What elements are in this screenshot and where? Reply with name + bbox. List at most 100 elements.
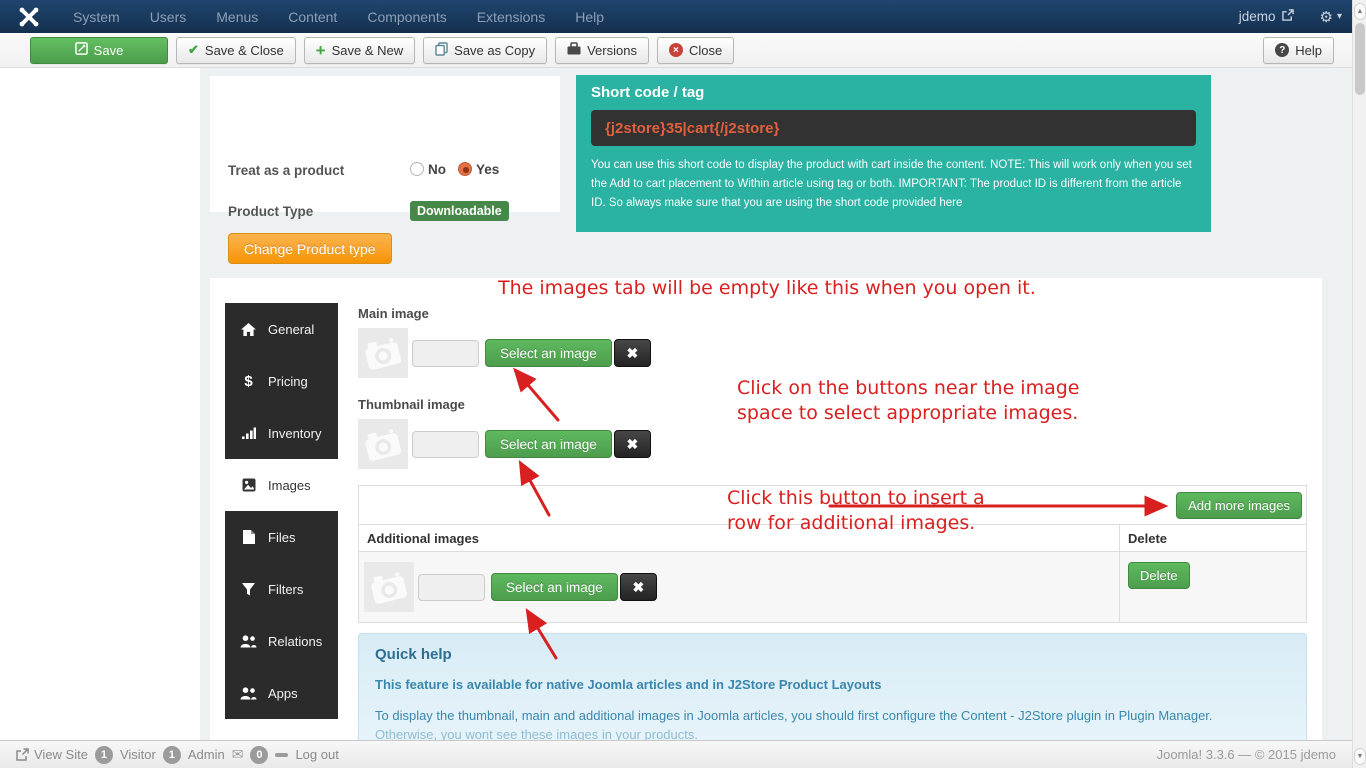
copy-icon bbox=[435, 42, 448, 59]
image-placeholder bbox=[358, 419, 408, 469]
image-placeholder bbox=[358, 328, 408, 378]
save-close-label: Save & Close bbox=[205, 43, 284, 58]
shortcode-value: {j2store}35|cart{/j2store} bbox=[591, 110, 1196, 146]
joomla-logo-icon bbox=[0, 6, 58, 28]
main-image-select-button[interactable]: Select an image bbox=[485, 339, 612, 367]
product-type-label: Product Type bbox=[228, 204, 313, 219]
delete-header: Delete bbox=[1119, 525, 1306, 551]
thumbnail-image-label: Thumbnail image bbox=[358, 397, 651, 412]
help-button[interactable]: ? Help bbox=[1263, 37, 1334, 64]
versions-label: Versions bbox=[587, 43, 637, 58]
logout-icon bbox=[275, 753, 288, 757]
additional-image-clear-button[interactable]: ✖ bbox=[620, 573, 657, 601]
chevron-down-icon: ▾ bbox=[1337, 11, 1342, 22]
save-copy-label: Save as Copy bbox=[454, 43, 535, 58]
tab-apps[interactable]: Apps bbox=[225, 667, 338, 719]
menu-components[interactable]: Components bbox=[352, 0, 461, 33]
save-icon bbox=[75, 42, 88, 58]
add-more-images-button[interactable]: Add more images bbox=[1176, 492, 1302, 519]
thumbnail-image-clear-button[interactable]: ✖ bbox=[614, 430, 651, 458]
quick-help-body: To display the thumbnail, main and addit… bbox=[375, 707, 1290, 726]
image-icon bbox=[240, 478, 257, 492]
main-menu: System Users Menus Content Components Ex… bbox=[58, 0, 619, 33]
filter-icon bbox=[240, 583, 257, 596]
gear-icon: ⚙ bbox=[1320, 8, 1333, 26]
scroll-up-button[interactable]: ▲ bbox=[1354, 3, 1366, 20]
save-label: Save bbox=[94, 43, 124, 58]
annotation-bottom: Click this button to insert a row for ad… bbox=[727, 486, 985, 536]
main-image-clear-button[interactable]: ✖ bbox=[614, 339, 651, 367]
product-tabs: General $ Pricing Inventory Images Files… bbox=[225, 303, 338, 719]
save-button[interactable]: Save bbox=[30, 37, 168, 64]
versions-button[interactable]: Versions bbox=[555, 37, 649, 64]
tab-pricing[interactable]: $ Pricing bbox=[225, 355, 338, 407]
tab-relations[interactable]: Relations bbox=[225, 615, 338, 667]
file-icon bbox=[240, 530, 257, 544]
radio-no-circle[interactable] bbox=[410, 162, 424, 176]
status-bar: View Site 1 Visitor 1 Admin ✉ 0 Log out … bbox=[0, 740, 1366, 768]
camera-icon bbox=[366, 566, 411, 608]
shortcode-title: Short code / tag bbox=[591, 84, 1196, 101]
quick-help-title: Quick help bbox=[375, 646, 1290, 663]
admin-navbar: System Users Menus Content Components Ex… bbox=[0, 0, 1366, 33]
change-product-type-button[interactable]: Change Product type bbox=[228, 233, 392, 264]
camera-icon bbox=[360, 332, 405, 374]
help-icon: ? bbox=[1275, 43, 1289, 57]
tab-images[interactable]: Images bbox=[225, 459, 338, 511]
menu-extensions[interactable]: Extensions bbox=[462, 0, 560, 33]
home-icon bbox=[240, 323, 257, 336]
admin-count-badge: 1 bbox=[163, 746, 181, 764]
table-row: Select an image ✖ Delete bbox=[359, 552, 1306, 622]
joomla-version: Joomla! 3.3.6 — © 2015 jdemo bbox=[1157, 747, 1336, 762]
save-copy-button[interactable]: Save as Copy bbox=[423, 37, 547, 64]
scroll-down-button[interactable]: ▼ bbox=[1354, 748, 1366, 765]
menu-content[interactable]: Content bbox=[273, 0, 352, 33]
close-icon: × bbox=[669, 43, 683, 57]
help-label: Help bbox=[1295, 43, 1322, 58]
tab-inventory[interactable]: Inventory bbox=[225, 407, 338, 459]
visitor-count-badge: 1 bbox=[95, 746, 113, 764]
treat-as-product-label: Treat as a product bbox=[228, 163, 344, 178]
message-count-badge: 0 bbox=[250, 746, 268, 764]
save-new-button[interactable]: + Save & New bbox=[304, 37, 415, 64]
radio-yes[interactable]: Yes bbox=[458, 162, 499, 177]
menu-users[interactable]: Users bbox=[135, 0, 202, 33]
envelope-icon: ✉ bbox=[232, 746, 244, 763]
thumbnail-image-select-button[interactable]: Select an image bbox=[485, 430, 612, 458]
radio-no[interactable]: No bbox=[410, 162, 446, 177]
delete-row-button[interactable]: Delete bbox=[1128, 562, 1190, 589]
menu-system[interactable]: System bbox=[58, 0, 135, 33]
visitor-label: Visitor bbox=[120, 747, 156, 762]
thumbnail-image-input[interactable] bbox=[412, 431, 479, 458]
settings-menu[interactable]: ⚙ ▾ bbox=[1320, 8, 1342, 26]
view-site-link[interactable]: View Site bbox=[16, 747, 88, 762]
tab-general[interactable]: General bbox=[225, 303, 338, 355]
close-button[interactable]: × Close bbox=[657, 37, 734, 64]
save-close-button[interactable]: ✔ Save & Close bbox=[176, 37, 296, 64]
additional-image-input[interactable] bbox=[418, 574, 485, 601]
thumbnail-image-section: Thumbnail image Select an image ✖ bbox=[358, 397, 651, 469]
radio-yes-circle[interactable] bbox=[458, 162, 472, 176]
users-icon bbox=[240, 635, 257, 648]
main-image-section: Main image Select an image ✖ bbox=[358, 306, 651, 378]
shortcode-description: You can use this short code to display t… bbox=[591, 156, 1196, 213]
tab-filters[interactable]: Filters bbox=[225, 563, 338, 615]
save-new-label: Save & New bbox=[332, 43, 404, 58]
camera-icon bbox=[360, 423, 405, 465]
external-link-icon bbox=[1282, 9, 1294, 24]
logout-link[interactable]: Log out bbox=[295, 747, 338, 762]
close-label: Close bbox=[689, 43, 722, 58]
scrollbar-thumb[interactable] bbox=[1355, 23, 1365, 95]
page-scrollbar[interactable]: ▲ ▼ bbox=[1352, 0, 1366, 768]
menu-menus[interactable]: Menus bbox=[201, 0, 273, 33]
main-image-input[interactable] bbox=[412, 340, 479, 367]
users-icon bbox=[240, 687, 257, 700]
additional-image-select-button[interactable]: Select an image bbox=[491, 573, 618, 601]
annotation-top: The images tab will be empty like this w… bbox=[498, 276, 1036, 301]
quick-help-subtitle: This feature is available for native Joo… bbox=[375, 677, 1290, 692]
menu-help[interactable]: Help bbox=[560, 0, 619, 33]
username: jdemo bbox=[1239, 9, 1276, 24]
image-placeholder bbox=[364, 562, 414, 612]
tab-files[interactable]: Files bbox=[225, 511, 338, 563]
user-menu[interactable]: jdemo bbox=[1239, 9, 1294, 24]
